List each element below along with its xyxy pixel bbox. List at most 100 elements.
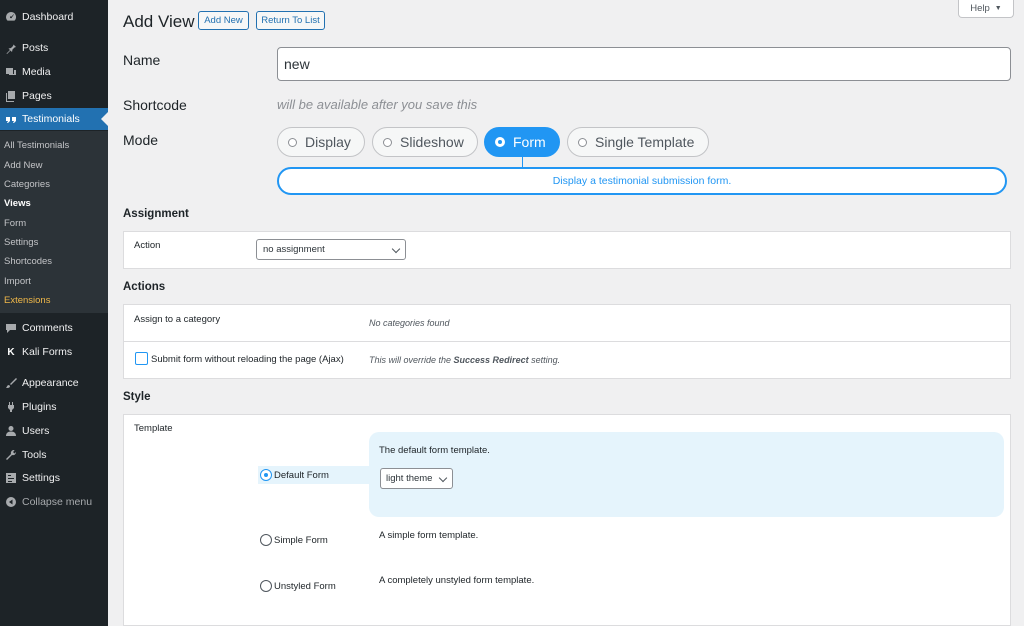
menu-testimonials[interactable]: Testimonials xyxy=(0,108,108,130)
add-new-button[interactable]: Add New xyxy=(198,11,249,30)
menu-label: Kali Forms xyxy=(22,346,73,358)
chevron-down-icon xyxy=(391,244,401,254)
return-to-list-button[interactable]: Return To List xyxy=(256,11,325,30)
submenu-categories[interactable]: Categories xyxy=(4,179,50,190)
brush-icon xyxy=(4,376,18,390)
mode-option-label: Form xyxy=(513,134,546,150)
simple-form-label[interactable]: Simple Form xyxy=(274,535,328,546)
pin-icon xyxy=(4,41,18,55)
menu-tools[interactable]: Tools xyxy=(0,444,108,466)
submenu-all-testimonials[interactable]: All Testimonials xyxy=(4,140,69,151)
quote-icon xyxy=(4,112,18,126)
menu-settings[interactable]: Settings xyxy=(0,467,108,489)
testimonials-submenu: All Testimonials Add New Categories View… xyxy=(0,131,108,313)
mode-single-template-option[interactable]: Single Template xyxy=(567,127,709,157)
menu-appearance[interactable]: Appearance xyxy=(0,372,108,394)
ajax-checkbox[interactable] xyxy=(135,352,148,365)
unstyled-form-desc: A completely unstyled form template. xyxy=(379,575,535,586)
mode-option-label: Slideshow xyxy=(400,134,464,150)
theme-select-value: light theme xyxy=(386,473,433,484)
actions-heading: Actions xyxy=(123,281,166,293)
mode-option-label: Single Template xyxy=(595,134,695,150)
shortcode-label: Shortcode xyxy=(123,97,187,113)
unstyled-form-label[interactable]: Unstyled Form xyxy=(274,581,336,592)
action-select[interactable]: no assignment xyxy=(256,239,406,260)
default-form-radio[interactable] xyxy=(260,469,272,481)
menu-collapse[interactable]: Collapse menu xyxy=(0,491,108,513)
plugin-icon xyxy=(4,400,18,414)
mode-connector xyxy=(522,157,523,167)
row-divider xyxy=(123,341,1011,342)
style-heading: Style xyxy=(123,391,151,403)
submenu-form[interactable]: Form xyxy=(4,218,26,229)
collapse-icon xyxy=(4,495,18,509)
menu-label: Collapse menu xyxy=(22,496,93,508)
name-label: Name xyxy=(123,52,161,68)
admin-sidebar: Dashboard Posts Media Pages Testimonials… xyxy=(0,0,108,626)
menu-label: Testimonials xyxy=(22,113,80,125)
comment-icon xyxy=(4,321,18,335)
menu-label: Media xyxy=(22,66,51,78)
mode-form-option[interactable]: Form xyxy=(484,127,560,157)
help-label: Help xyxy=(970,3,990,14)
menu-label: Plugins xyxy=(22,401,57,413)
menu-plugins[interactable]: Plugins xyxy=(0,396,108,418)
settings-icon xyxy=(4,471,18,485)
page-title: Add View xyxy=(123,12,195,31)
menu-label: Dashboard xyxy=(22,11,74,23)
mode-slideshow-option[interactable]: Slideshow xyxy=(372,127,478,157)
radio-icon xyxy=(578,137,587,147)
menu-kali-forms[interactable]: K Kali Forms xyxy=(0,341,108,363)
menu-users[interactable]: Users xyxy=(0,420,108,442)
media-icon xyxy=(4,65,18,79)
submenu-shortcodes[interactable]: Shortcodes xyxy=(4,256,52,267)
menu-media[interactable]: Media xyxy=(0,61,108,83)
mode-display-option[interactable]: Display xyxy=(277,127,365,157)
menu-label: Users xyxy=(22,425,50,437)
submenu-settings[interactable]: Settings xyxy=(4,237,38,248)
menu-dashboard[interactable]: Dashboard xyxy=(0,6,108,28)
mode-label: Mode xyxy=(123,132,159,148)
menu-label: Pages xyxy=(22,90,52,102)
menu-label: Posts xyxy=(22,42,49,54)
help-tab[interactable]: Help ▼ xyxy=(958,0,1014,18)
submenu-views[interactable]: Views xyxy=(4,198,31,209)
category-label: Assign to a category xyxy=(134,314,221,325)
radio-icon xyxy=(288,137,297,147)
user-icon xyxy=(4,424,18,438)
wrench-icon xyxy=(4,448,18,462)
ajax-label: Submit form without reloading the page (… xyxy=(151,354,344,365)
ajax-note-suffix: setting. xyxy=(528,355,561,365)
kali-forms-icon: K xyxy=(7,346,15,358)
simple-form-radio[interactable] xyxy=(260,534,272,546)
default-form-desc: The default form template. xyxy=(379,445,490,456)
pages-icon xyxy=(4,89,18,103)
unstyled-form-radio[interactable] xyxy=(260,580,272,592)
category-note: No categories found xyxy=(369,318,450,328)
chevron-down-icon xyxy=(438,473,448,483)
default-form-label[interactable]: Default Form xyxy=(274,470,329,481)
submenu-extensions[interactable]: Extensions xyxy=(4,295,50,306)
menu-label: Tools xyxy=(22,449,47,461)
menu-label: Settings xyxy=(22,472,60,484)
ajax-note-prefix: This will override the xyxy=(369,355,454,365)
menu-posts[interactable]: Posts xyxy=(0,37,108,59)
mode-option-label: Display xyxy=(305,134,351,150)
submenu-add-new[interactable]: Add New xyxy=(4,160,43,171)
template-label: Template xyxy=(134,423,173,434)
radio-icon xyxy=(383,137,392,147)
simple-form-desc: A simple form template. xyxy=(379,530,479,541)
theme-select[interactable]: light theme xyxy=(380,468,453,489)
submenu-import[interactable]: Import xyxy=(4,276,31,287)
menu-comments[interactable]: Comments xyxy=(0,317,108,339)
dashboard-icon xyxy=(4,10,18,24)
shortcode-note: will be available after you save this xyxy=(277,97,478,112)
radio-selected-icon xyxy=(495,137,505,147)
ajax-note: This will override the Success Redirect … xyxy=(369,355,560,365)
action-label: Action xyxy=(134,240,161,251)
assignment-heading: Assignment xyxy=(123,208,189,220)
ajax-note-emphasis: Success Redirect xyxy=(453,355,529,365)
menu-label: Appearance xyxy=(22,377,79,389)
menu-pages[interactable]: Pages xyxy=(0,85,108,107)
name-input[interactable] xyxy=(277,47,1011,81)
